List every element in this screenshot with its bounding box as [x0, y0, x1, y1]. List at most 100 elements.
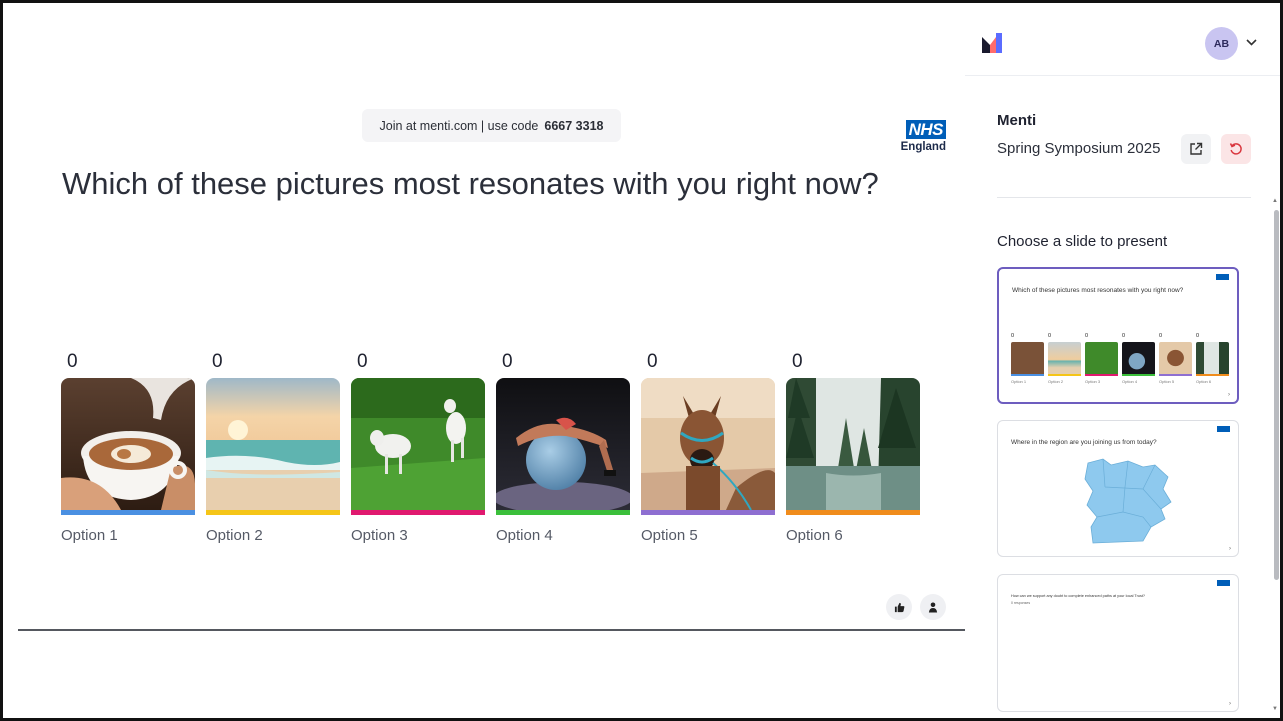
mini-count: 0 — [1196, 333, 1200, 339]
mini-option: 0 Option 5 — [1159, 333, 1192, 384]
vote-count: 0 — [502, 351, 513, 372]
vote-count: 0 — [792, 351, 803, 372]
choose-slide-heading: Choose a slide to present — [997, 233, 1168, 250]
option-card: 0 Option 4 — [496, 348, 630, 544]
mini-count: 0 — [1085, 333, 1089, 339]
option-label: Option 5 — [641, 527, 698, 544]
user-avatar[interactable]: AB — [1205, 27, 1238, 60]
nhs-logo-text: NHS — [905, 120, 946, 139]
mentimeter-logo-icon[interactable] — [982, 33, 1002, 58]
option-color-bar — [496, 510, 630, 515]
option-color-bar — [641, 510, 775, 515]
region-map-icon — [1084, 458, 1172, 544]
mini-label: Option 2 — [1048, 379, 1064, 384]
thumbnail-arrow-icon: › — [1228, 392, 1230, 398]
thumbnail-question: How can we support any doubt to complete… — [1011, 594, 1146, 598]
mini-bar — [1011, 374, 1044, 376]
reset-results-button[interactable] — [1221, 134, 1251, 164]
mini-label: Option 3 — [1085, 379, 1101, 384]
thumbs-up-icon[interactable] — [886, 594, 912, 620]
mini-option: 0 Option 2 — [1048, 333, 1081, 384]
panel-scrollbar[interactable] — [1274, 210, 1279, 580]
slide-thumbnail-3[interactable]: How can we support any doubt to complete… — [997, 574, 1239, 712]
nhs-mini-logo — [1217, 426, 1230, 432]
option-label: Option 1 — [61, 527, 118, 544]
mini-label: Option 4 — [1122, 379, 1138, 384]
scroll-down-icon[interactable]: ▼ — [1272, 706, 1278, 712]
join-instructions: Join at menti.com | use code 6667 3318 — [362, 109, 621, 142]
exercise-ball-image — [496, 378, 630, 510]
stage-divider — [18, 629, 965, 631]
mini-image — [1011, 342, 1044, 374]
option-card: 0 Option 2 — [206, 348, 340, 544]
open-in-new-window-button[interactable] — [1181, 134, 1211, 164]
presenter-side-panel: AB Menti Spring Symposium 2025 Choose a … — [965, 3, 1280, 718]
mini-bar — [1085, 374, 1118, 376]
image-choice-results: 0 Option 1 0 Option 2 0 Option 3 0 Optio… — [61, 348, 920, 544]
person-icon[interactable] — [920, 594, 946, 620]
option-card: 0 Option 6 — [786, 348, 920, 544]
external-link-icon — [1190, 142, 1203, 155]
option-label: Option 3 — [351, 527, 408, 544]
option-color-bar — [61, 510, 195, 515]
option-color-bar — [351, 510, 485, 515]
vote-count: 0 — [357, 351, 368, 372]
vote-count: 0 — [647, 351, 658, 372]
scroll-up-icon[interactable]: ▲ — [1272, 198, 1278, 204]
mini-option: 0 Option 3 — [1085, 333, 1118, 384]
mini-image — [1122, 342, 1155, 374]
mini-image — [1048, 342, 1081, 374]
thumbnail-question: Which of these pictures most resonates w… — [1012, 287, 1184, 294]
option-label: Option 4 — [496, 527, 553, 544]
slide-question: Which of these pictures most resonates w… — [62, 166, 879, 201]
mini-image — [1159, 342, 1192, 374]
mini-count: 0 — [1011, 333, 1015, 339]
option-color-bar — [786, 510, 920, 515]
join-prefix: Join at menti.com | use code — [379, 118, 539, 133]
option-label: Option 6 — [786, 527, 843, 544]
alpaca-image — [641, 378, 775, 510]
thumbnail-arrow-icon: › — [1229, 701, 1231, 707]
presentation-title: Spring Symposium 2025 — [997, 140, 1161, 157]
mini-option: 0 Option 1 — [1011, 333, 1044, 384]
panel-header: AB — [965, 3, 1280, 76]
lambs-on-grass-image — [351, 378, 485, 510]
option-card: 0 Option 1 — [61, 348, 195, 544]
mini-bar — [1196, 374, 1229, 376]
mini-image — [1085, 342, 1118, 374]
nhs-logo-subtext: England — [900, 141, 946, 153]
option-color-bar — [206, 510, 340, 515]
mini-image — [1196, 342, 1229, 374]
thumbnail-responses: 0 responses — [1011, 601, 1031, 605]
option-label: Option 2 — [206, 527, 263, 544]
vote-count: 0 — [67, 351, 78, 372]
mini-label: Option 1 — [1011, 379, 1027, 384]
beach-sunset-image — [206, 378, 340, 510]
mini-count: 0 — [1048, 333, 1052, 339]
mini-option: 0 Option 6 — [1196, 333, 1229, 384]
mini-bar — [1122, 374, 1155, 376]
nhs-mini-logo — [1217, 580, 1230, 586]
slide-thumbnail-1[interactable]: Which of these pictures most resonates w… — [997, 267, 1239, 404]
forest-lake-image — [786, 378, 920, 510]
mini-bar — [1159, 374, 1192, 376]
panel-divider — [997, 197, 1251, 198]
mini-count: 0 — [1122, 333, 1126, 339]
mini-option: 0 Option 4 — [1122, 333, 1155, 384]
nhs-england-logo: NHS England — [896, 120, 946, 153]
audience-reactions — [886, 594, 946, 620]
mini-label: Option 6 — [1196, 379, 1212, 384]
thumbnail-arrow-icon: › — [1229, 546, 1231, 552]
reset-icon — [1229, 143, 1242, 155]
vote-count: 0 — [212, 351, 223, 372]
thumbnail-options: 0 Option 1 0 Option 2 0 Option 3 0 Option 4 … — [1011, 333, 1229, 384]
mini-count: 0 — [1159, 333, 1163, 339]
latte-art-image — [61, 378, 195, 510]
mini-label: Option 5 — [1159, 379, 1175, 384]
chevron-down-icon[interactable] — [1246, 34, 1257, 49]
join-code: 6667 3318 — [544, 118, 604, 133]
option-card: 0 Option 5 — [641, 348, 775, 544]
mini-bar — [1048, 374, 1081, 376]
slide-thumbnail-2[interactable]: Where in the region are you joining us f… — [997, 420, 1239, 557]
option-card: 0 Option 3 — [351, 348, 485, 544]
